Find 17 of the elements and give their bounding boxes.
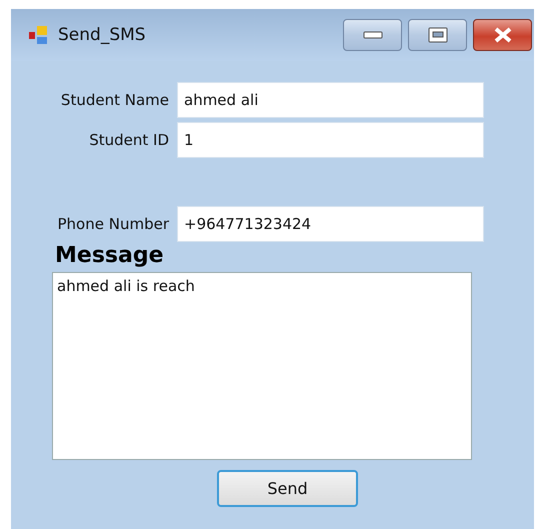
field-label: Student ID	[88, 131, 170, 149]
text-field[interactable]: 1	[177, 122, 484, 158]
text-field[interactable]: ahmed ali	[177, 82, 484, 118]
message-label: Message	[55, 243, 165, 268]
field-label: Student Name	[60, 91, 170, 109]
minimize-button[interactable]	[343, 19, 402, 51]
minimize-icon	[362, 31, 382, 39]
text-field[interactable]: +964771323424	[177, 206, 484, 242]
maximize-button[interactable]	[408, 19, 467, 51]
message-field[interactable]: ahmed ali is reach	[52, 272, 472, 460]
field-label: Phone Number	[56, 215, 170, 233]
close-button[interactable]	[473, 19, 532, 51]
window-title: Send_SMS	[58, 25, 147, 45]
close-icon	[492, 27, 512, 43]
app-icon	[29, 25, 49, 45]
send-button[interactable]: Send	[217, 470, 358, 507]
maximize-icon	[428, 27, 448, 43]
